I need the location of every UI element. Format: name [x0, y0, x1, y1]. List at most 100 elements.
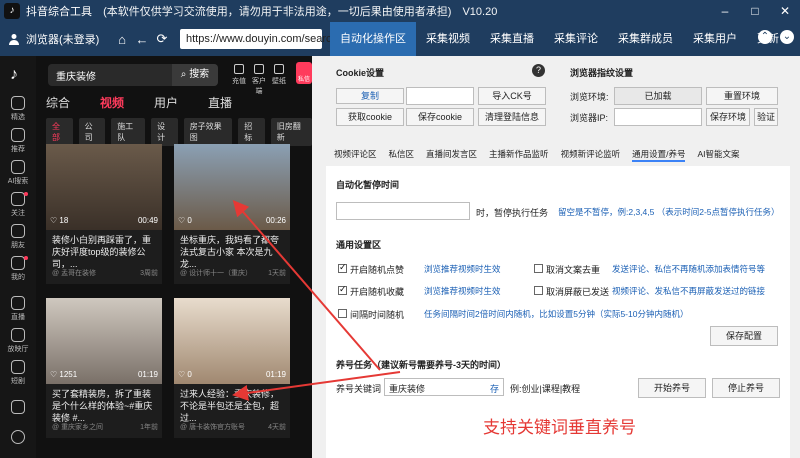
- random-favorite-checkbox[interactable]: [338, 284, 347, 295]
- tab-video[interactable]: 视频: [100, 94, 124, 111]
- wallpaper-button[interactable]: 壁纸: [272, 64, 286, 96]
- private-message-button[interactable]: 私信: [296, 62, 312, 84]
- sub-tabs: 视频评论区 私信区 直播间发言区 主播新作品监听 视频新评论监听 通用设置/养号…: [334, 148, 740, 162]
- video-duration: 01:19: [265, 370, 286, 379]
- sidebar-item-friends[interactable]: 朋友: [0, 224, 36, 250]
- collapse-icon[interactable]: ⌃: [758, 30, 772, 44]
- save-cookie-button[interactable]: 保存cookie: [406, 108, 474, 126]
- random-favorite-label: 开启随机收藏: [350, 287, 405, 297]
- tab-collect-comments[interactable]: 采集评论: [544, 22, 608, 56]
- minimize-icon[interactable]: –: [710, 0, 740, 22]
- ip-field[interactable]: [614, 108, 702, 126]
- filter-design[interactable]: 设计: [151, 118, 178, 146]
- tab-users[interactable]: 用户: [154, 94, 178, 111]
- stop-nurture-button[interactable]: 停止养号: [712, 378, 780, 398]
- video-author: 唐卡装饰官方账号: [189, 424, 246, 431]
- douyin-logo-icon: ♪: [10, 66, 18, 83]
- video-card[interactable]: ♡ 0 00:26 坐标重庆，我妈看了都夸法式复古小家 本次是九龙... @ 设…: [174, 144, 290, 284]
- friends-icon: [11, 224, 25, 238]
- douyin-search[interactable]: 重庆装修 ⌕ 搜索: [48, 64, 218, 86]
- save-config-button[interactable]: 保存配置: [710, 326, 778, 346]
- sidebar-item-more[interactable]: [0, 400, 36, 416]
- filter-bidding[interactable]: 招标: [238, 118, 265, 146]
- recharge-button[interactable]: 充值: [232, 64, 246, 96]
- clear-login-button[interactable]: 清理登陆信息: [478, 108, 546, 126]
- video-duration: 00:49: [137, 216, 158, 225]
- embedded-browser: 精选 推荐 AI搜索 关注 朋友 我的 直播 放映厅 短剧 ♪ 重庆装修 ⌕ 搜…: [0, 56, 312, 458]
- sidebar-label: 放映厅: [7, 346, 29, 353]
- sidebar-item-featured[interactable]: 精选: [0, 96, 36, 122]
- filter-crew[interactable]: 施工队: [111, 118, 146, 146]
- keyword-save-link[interactable]: 存: [490, 382, 499, 395]
- subtab-comment-monitor[interactable]: 视频新评论监听: [561, 148, 621, 162]
- start-nurture-button[interactable]: 开始养号: [638, 378, 706, 398]
- random-like-desc: 浏览推荐视频时生效: [424, 264, 501, 274]
- sidebar-item-cinema[interactable]: 放映厅: [0, 328, 36, 354]
- maximize-icon[interactable]: □: [740, 0, 770, 22]
- filter-all[interactable]: 全部: [46, 118, 73, 146]
- subtab-general[interactable]: 通用设置/养号: [632, 148, 686, 162]
- help-icon[interactable]: ?: [532, 64, 545, 77]
- import-ck-button[interactable]: 导入CK号: [478, 87, 546, 105]
- close-icon[interactable]: ✕: [770, 0, 800, 22]
- sidebar-item-me[interactable]: 我的: [0, 256, 36, 282]
- tab-all[interactable]: 综合: [46, 94, 70, 111]
- random-like-checkbox[interactable]: [338, 262, 347, 273]
- sidebar-label: 短剧: [11, 378, 25, 385]
- featured-icon: [11, 96, 25, 110]
- subtab-private-message[interactable]: 私信区: [389, 148, 415, 162]
- subtab-live-chat[interactable]: 直播间发言区: [426, 148, 477, 162]
- search-input[interactable]: 重庆装修: [56, 68, 96, 83]
- refresh-icon[interactable]: ⟳: [154, 31, 170, 47]
- cookie-field[interactable]: [406, 87, 474, 105]
- search-button[interactable]: ⌕ 搜索: [172, 64, 218, 86]
- user-icon: [9, 34, 19, 45]
- back-icon[interactable]: ←: [134, 32, 150, 47]
- tab-collect-video[interactable]: 采集视频: [416, 22, 480, 56]
- sidebar-item-ai-search[interactable]: AI搜索: [0, 160, 36, 186]
- tab-automation[interactable]: 自动化操作区: [330, 22, 416, 56]
- dropdown-icon[interactable]: ⌄: [780, 30, 794, 44]
- subtab-ai-copy[interactable]: AI智能文案: [697, 148, 739, 162]
- get-cookie-button[interactable]: 获取cookie: [336, 108, 404, 126]
- sidebar-item-follow[interactable]: 关注: [0, 192, 36, 218]
- keyword-field[interactable]: 重庆装修 存: [384, 378, 504, 396]
- home-icon[interactable]: ⌂: [114, 32, 130, 47]
- pause-hours-field[interactable]: [336, 202, 470, 220]
- cinema-icon: [11, 328, 25, 342]
- client-button[interactable]: 客户端: [252, 64, 266, 96]
- video-card[interactable]: ♡ 1251 01:19 买了套精装房，拆了重装是个什么样的体验~#重庆装修 #…: [46, 298, 162, 438]
- filter-render[interactable]: 房子效果图: [183, 118, 233, 146]
- filter-renovation[interactable]: 旧房翻新: [270, 118, 312, 146]
- tab-collect-group[interactable]: 采集群成员: [608, 22, 683, 56]
- url-bar[interactable]: https://www.douyin.com/search/: [180, 29, 341, 49]
- video-card[interactable]: ♡ 18 00:49 装修小白别再踩雷了，重庆好评度top级的装修公司，... …: [46, 144, 162, 284]
- search-button-label: 搜索: [189, 69, 210, 80]
- video-meta: @ 重庆家乡之间 1年前: [52, 424, 158, 431]
- subtab-anchor-monitor[interactable]: 主播新作品监听: [489, 148, 549, 162]
- sidebar-item-live[interactable]: 直播: [0, 296, 36, 322]
- sidebar-item-short-drama[interactable]: 短剧: [0, 360, 36, 386]
- filter-company[interactable]: 公司: [78, 118, 106, 146]
- env-label: 浏览环境:: [570, 92, 609, 102]
- copy-cookie-button[interactable]: 复制: [336, 88, 404, 104]
- like-count-value: 0: [187, 216, 192, 225]
- sidebar-item-recommend[interactable]: 推荐: [0, 128, 36, 154]
- follow-icon: [11, 192, 25, 206]
- browser-status: 浏览器(未登录): [8, 31, 108, 47]
- tab-live[interactable]: 直播: [208, 94, 232, 111]
- video-title: 买了套精装房，拆了重装是个什么样的体验~#重庆装修 #...: [52, 389, 153, 423]
- tab-collect-live[interactable]: 采集直播: [480, 22, 544, 56]
- keyword-label: 养号关键词: [336, 384, 382, 394]
- subtab-video-comments[interactable]: 视频评论区: [334, 148, 377, 162]
- save-env-button[interactable]: 保存环境: [706, 108, 750, 126]
- reset-env-button[interactable]: 重置环境: [706, 87, 778, 105]
- video-age: 1年前: [140, 424, 158, 431]
- video-card[interactable]: ♡ 0 01:19 过来人经验：重庆装修，不论是半包还是全包，超过... @ 唐…: [174, 298, 290, 438]
- sidebar-item-help[interactable]: [0, 430, 36, 446]
- random-interval-checkbox[interactable]: [338, 309, 347, 318]
- tab-collect-users[interactable]: 采集用户: [683, 22, 747, 56]
- cancel-dedup-checkbox[interactable]: [534, 264, 543, 273]
- cancel-block-sent-checkbox[interactable]: [534, 286, 543, 295]
- verify-ip-button[interactable]: 验证: [754, 108, 778, 126]
